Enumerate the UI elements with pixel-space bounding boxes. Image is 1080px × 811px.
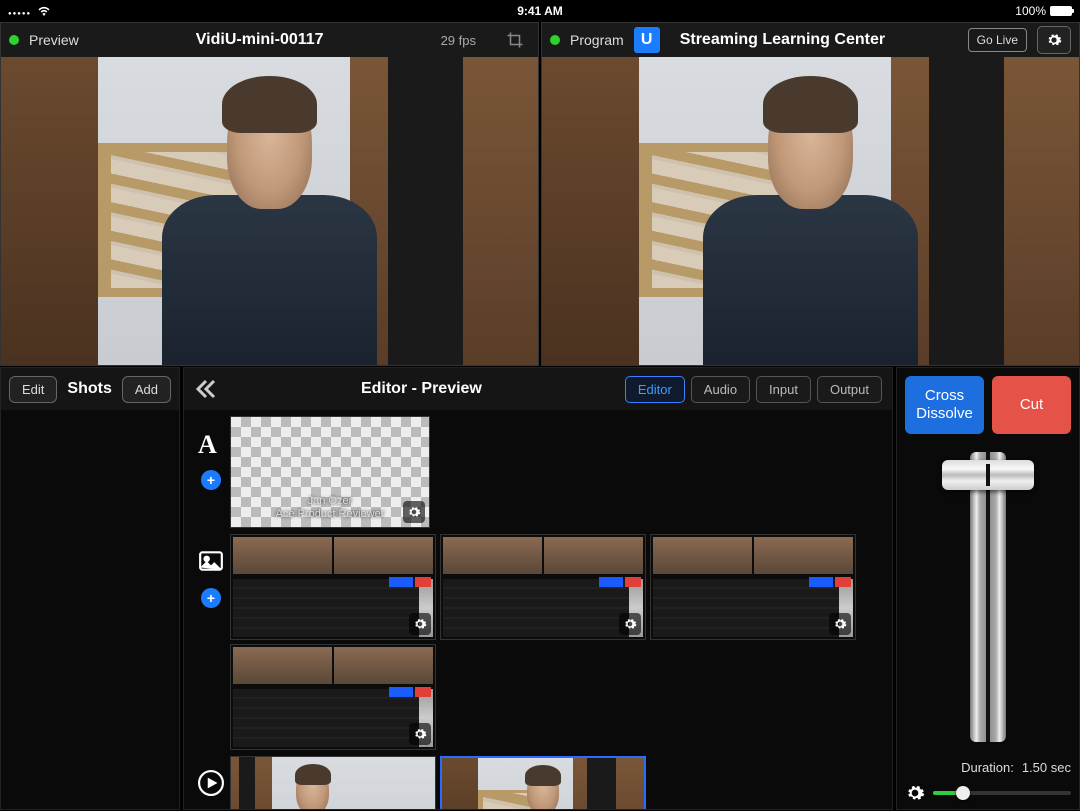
image-thumb-3[interactable] (650, 534, 856, 640)
collapse-chevrons-icon[interactable] (194, 377, 218, 401)
text-overlay-icon: A (198, 430, 224, 456)
overlay-text: Jan Ozer Ace Product Reviewer (231, 495, 429, 521)
image-icon (198, 548, 224, 574)
transition-panel: Cross Dissolve Cut Duration: 1.50 sec (896, 367, 1080, 810)
image-thumb-4[interactable] (230, 644, 436, 750)
status-bar: 9:41 AM 100% (0, 0, 1080, 22)
program-header: Program U Streaming Learning Center Go L… (542, 23, 1079, 57)
preview-pane: Preview VidiU-mini-00117 29 fps (0, 22, 539, 366)
ustream-badge-icon: U (634, 27, 660, 53)
add-overlay-button[interactable]: + (201, 470, 221, 490)
shots-edit-button[interactable]: Edit (9, 376, 57, 403)
cut-button[interactable]: Cut (992, 376, 1071, 434)
preview-status-dot (9, 35, 19, 45)
editor-panel: Editor - Preview Editor Audio Input Outp… (183, 367, 893, 810)
overlay-thumb-1[interactable]: Jan Ozer Ace Product Reviewer (230, 416, 430, 528)
t-bar-slider[interactable] (938, 452, 1038, 742)
preview-title: VidiU-mini-00117 (89, 31, 431, 49)
program-settings-button[interactable] (1037, 26, 1071, 54)
program-status-dot (550, 35, 560, 45)
go-live-button[interactable]: Go Live (968, 28, 1027, 52)
image-thumb-1[interactable] (230, 534, 436, 640)
editor-title: Editor - Preview (228, 380, 615, 398)
duration-value: 1.50 sec (1022, 760, 1071, 775)
add-image-button[interactable]: + (201, 588, 221, 608)
tab-input[interactable]: Input (756, 376, 811, 403)
signal-dots-icon (8, 4, 31, 18)
image-thumb-1-settings[interactable] (409, 613, 431, 635)
transition-settings-button[interactable] (905, 783, 925, 803)
overlay-settings-button[interactable] (403, 501, 425, 523)
program-title: Streaming Learning Center (670, 31, 958, 49)
overlays-row: A + Jan Ozer Ace Product Reviewer (192, 416, 884, 528)
source-thumb-1[interactable]: Jan's iPhone (2) (230, 756, 436, 809)
preview-fps: 29 fps (441, 33, 476, 48)
battery-percent: 100% (1015, 4, 1046, 18)
preview-header: Preview VidiU-mini-00117 29 fps (1, 23, 538, 57)
image-thumb-4-settings[interactable] (409, 723, 431, 745)
cross-dissolve-button[interactable]: Cross Dissolve (905, 376, 984, 434)
program-pane: Program U Streaming Learning Center Go L… (541, 22, 1080, 366)
duration-label: Duration: (961, 760, 1014, 775)
program-video[interactable] (542, 57, 1079, 365)
wifi-icon (37, 6, 51, 16)
battery-icon (1050, 6, 1072, 16)
crop-icon[interactable] (506, 31, 524, 49)
preview-video[interactable] (1, 57, 538, 365)
program-label: Program (570, 32, 624, 48)
image-thumb-2[interactable] (440, 534, 646, 640)
tab-editor[interactable]: Editor (625, 376, 685, 403)
tab-output[interactable]: Output (817, 376, 882, 403)
tab-audio[interactable]: Audio (691, 376, 750, 403)
preview-label: Preview (29, 32, 79, 48)
duration-slider[interactable] (933, 791, 1071, 795)
clock: 9:41 AM (517, 4, 563, 18)
shots-title: Shots (67, 380, 111, 398)
video-source-icon (198, 770, 224, 796)
battery-indicator: 100% (1015, 4, 1072, 18)
shots-add-button[interactable]: Add (122, 376, 171, 403)
sources-row: + Jan's iPhone (2) (192, 756, 884, 809)
shots-panel: Edit Shots Add (0, 367, 180, 810)
images-row: + (192, 534, 884, 750)
source-thumb-2[interactable]: VidiU-mini-00117 (440, 756, 646, 809)
editor-tabs: Editor Audio Input Output (625, 376, 882, 403)
image-thumb-3-settings[interactable] (829, 613, 851, 635)
image-thumb-2-settings[interactable] (619, 613, 641, 635)
